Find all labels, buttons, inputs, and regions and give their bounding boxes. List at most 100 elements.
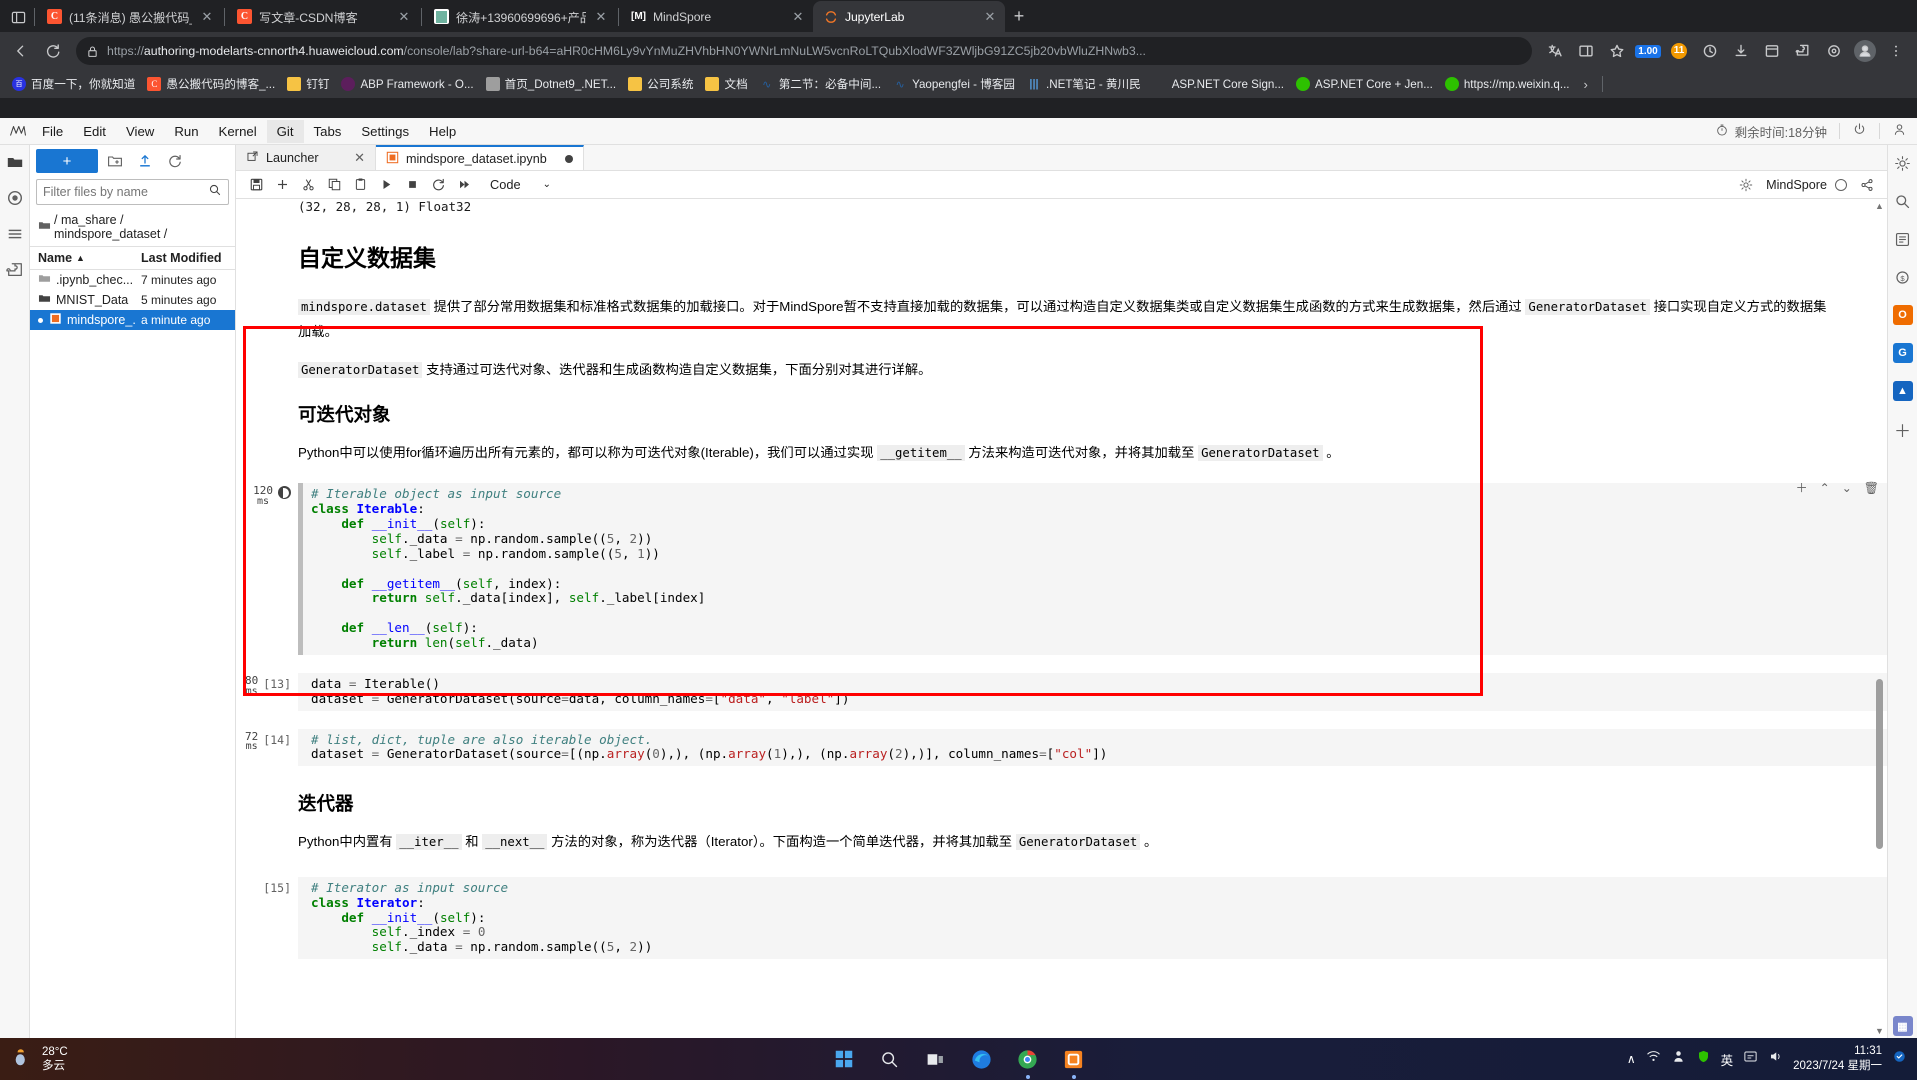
code-editor[interactable]: # Iterable object as input source class I… — [298, 483, 1887, 655]
bookmark-item[interactable]: ∿ Yaopengfei - 博客园 — [887, 73, 1021, 95]
run-cell-icon[interactable] — [278, 486, 291, 500]
notebook-scrollbar-track[interactable]: ▲ ▼ — [1875, 199, 1885, 1038]
browser-essentials-icon[interactable] — [1819, 36, 1849, 66]
weather-widget[interactable]: 28°C 多云 — [0, 1045, 68, 1074]
browser-tab-2[interactable]: 徐涛+13960699696+产品体验评 ✕ — [424, 1, 616, 32]
bookmark-item[interactable]: https://mp.weixin.q... — [1439, 74, 1576, 94]
start-icon[interactable] — [830, 1045, 858, 1073]
shield-icon[interactable] — [1696, 1049, 1711, 1069]
history-clock-icon[interactable] — [1695, 36, 1725, 66]
stop-icon[interactable] — [400, 173, 424, 197]
bookmark-star-icon[interactable] — [1602, 36, 1632, 66]
code-editor[interactable]: data = Iterable() dataset = GeneratorData… — [298, 672, 1887, 711]
vscode-icon[interactable] — [1060, 1045, 1088, 1079]
insert-cell-icon[interactable] — [270, 173, 294, 197]
move-up-icon[interactable]: ⌃ — [1820, 481, 1830, 495]
file-filter-box[interactable] — [36, 179, 229, 205]
close-icon[interactable]: ✕ — [790, 9, 806, 25]
reload-icon[interactable] — [38, 36, 68, 66]
run-icon[interactable] — [374, 173, 398, 197]
share-icon[interactable] — [1855, 173, 1879, 197]
add-icon[interactable]: ＋ — [1796, 479, 1808, 496]
code-cell-13[interactable]: 80 ms [13] data = Iterable() dataset = Ge… — [236, 672, 1887, 711]
move-down-icon[interactable]: ⌄ — [1842, 481, 1852, 495]
code-cell-14[interactable]: 72 ms [14] # list, dict, tuple are also … — [236, 728, 1887, 767]
refresh-icon[interactable] — [162, 149, 188, 173]
menu-help[interactable]: Help — [419, 120, 466, 143]
file-row-mnist-data[interactable]: MNIST_Data 5 minutes ago — [30, 290, 235, 310]
menu-settings[interactable]: Settings — [351, 120, 419, 143]
search-panel-icon[interactable] — [1891, 189, 1915, 213]
cut-icon[interactable] — [296, 173, 320, 197]
code-cell-15[interactable]: [15] # Iterator as input source class Ite… — [236, 876, 1887, 960]
close-icon[interactable]: ✕ — [354, 150, 365, 166]
bookmark-item[interactable]: ||| .NET笔记 - 黄川民 — [1021, 73, 1147, 95]
menu-edit[interactable]: Edit — [73, 120, 116, 143]
network-icon[interactable] — [1646, 1049, 1661, 1069]
code-editor[interactable]: # list, dict, tuple are also iterable ob… — [298, 728, 1887, 767]
clock-widget[interactable]: 11:31 2023/7/24 星期一 — [1793, 1044, 1882, 1074]
running-terminals-icon[interactable] — [4, 187, 26, 209]
extension-manager-icon[interactable] — [4, 259, 26, 281]
power-icon[interactable] — [1852, 122, 1867, 140]
gear-icon[interactable] — [1734, 173, 1758, 197]
modelarts-icon[interactable]: ▲ — [1891, 379, 1915, 403]
menu-kernel[interactable]: Kernel — [209, 120, 267, 143]
markdown-cell-iterator[interactable]: 迭代器 Python中内置有 __iter__ 和 __next__ 方法的对象… — [236, 790, 1887, 855]
upload-icon[interactable] — [132, 149, 158, 173]
browser-menu-icon[interactable] — [1881, 36, 1911, 66]
volume-icon[interactable] — [1768, 1049, 1783, 1069]
menu-view[interactable]: View — [116, 120, 164, 143]
bookmark-item[interactable]: 公司系统 — [622, 73, 699, 95]
menu-git[interactable]: Git — [266, 119, 304, 143]
profile-avatar[interactable] — [1850, 36, 1880, 66]
notebook-scrollbar-thumb[interactable] — [1876, 679, 1883, 849]
tab-mindspore-dataset-ipynb[interactable]: mindspore_dataset.ipynb — [376, 145, 584, 170]
extensions-puzzle-icon[interactable] — [1788, 36, 1818, 66]
unsaved-changes-indicator[interactable] — [565, 154, 573, 163]
search-input[interactable] — [43, 185, 208, 199]
browser-tab-3[interactable]: [M] MindSpore ✕ — [621, 1, 813, 32]
close-icon[interactable]: ✕ — [396, 9, 412, 25]
extension-score-badge[interactable]: 1.00 — [1633, 36, 1663, 66]
collections-icon[interactable] — [1757, 36, 1787, 66]
bookmark-item[interactable]: 文档 — [699, 73, 753, 95]
copy-icon[interactable] — [322, 173, 346, 197]
obs-storage-icon[interactable]: O — [1891, 303, 1915, 327]
file-row-ipynb-checkpoints[interactable]: .ipynb_chec... 7 minutes ago — [30, 270, 235, 290]
close-icon[interactable]: ✕ — [982, 9, 998, 25]
bookmark-item[interactable]: ASP.NET Core Sign... — [1147, 74, 1290, 94]
save-icon[interactable] — [244, 173, 268, 197]
browser-tab-4[interactable]: JupyterLab ✕ — [813, 1, 1005, 32]
user-account-icon[interactable] — [1892, 122, 1907, 140]
restart-kernel-icon[interactable] — [426, 173, 450, 197]
table-of-contents-icon[interactable] — [1891, 227, 1915, 251]
address-bar[interactable]: https://authoring-modelarts-cnnorth4.hua… — [76, 37, 1532, 65]
extension-bottom-icon[interactable]: ▦ — [1891, 1014, 1915, 1038]
bookmark-item[interactable]: 百 百度一下，你就知道 — [6, 73, 141, 95]
downloads-icon[interactable] — [1726, 36, 1756, 66]
edge-icon[interactable] — [968, 1045, 996, 1073]
new-launcher-button[interactable]: + — [36, 149, 98, 173]
menu-run[interactable]: Run — [164, 120, 208, 143]
browser-tab-1[interactable]: C 写文章-CSDN博客 ✕ — [227, 1, 419, 32]
breadcrumb[interactable]: / ma_share / mindspore_dataset / — [30, 211, 235, 246]
kernel-name-label[interactable]: MindSpore — [1766, 178, 1827, 192]
debugger-icon[interactable]: $ — [1891, 265, 1915, 289]
menu-tabs[interactable]: Tabs — [304, 120, 352, 143]
notification-center-icon[interactable] — [1892, 1049, 1907, 1069]
notebook-scroll-area[interactable]: (32, 28, 28, 1) Float32 自定义数据集 mindspore… — [236, 199, 1887, 1038]
cell-type-select[interactable]: Code ⌄ — [484, 175, 557, 194]
close-icon[interactable]: ✕ — [593, 9, 609, 25]
markdown-cell-iterable[interactable]: 可迭代对象 Python中可以使用for循环遍历出所有元素的，都可以称为可迭代对… — [236, 401, 1887, 466]
scroll-down-icon[interactable]: ▼ — [1875, 1026, 1884, 1036]
bookmark-item[interactable]: 首页_Dotnet9_.NET... — [480, 73, 622, 95]
chevron-up-icon[interactable]: ∧ — [1627, 1052, 1636, 1066]
ime-mode-icon[interactable] — [1743, 1049, 1758, 1069]
translate-icon[interactable] — [1540, 36, 1570, 66]
chrome-icon[interactable] — [1014, 1045, 1042, 1079]
bookmark-item[interactable]: 钉钉 — [281, 73, 335, 95]
tab-search-icon[interactable] — [4, 2, 32, 32]
new-tab-button[interactable]: + — [1005, 2, 1033, 30]
bookmark-item[interactable]: ASP.NET Core + Jen... — [1290, 74, 1439, 94]
